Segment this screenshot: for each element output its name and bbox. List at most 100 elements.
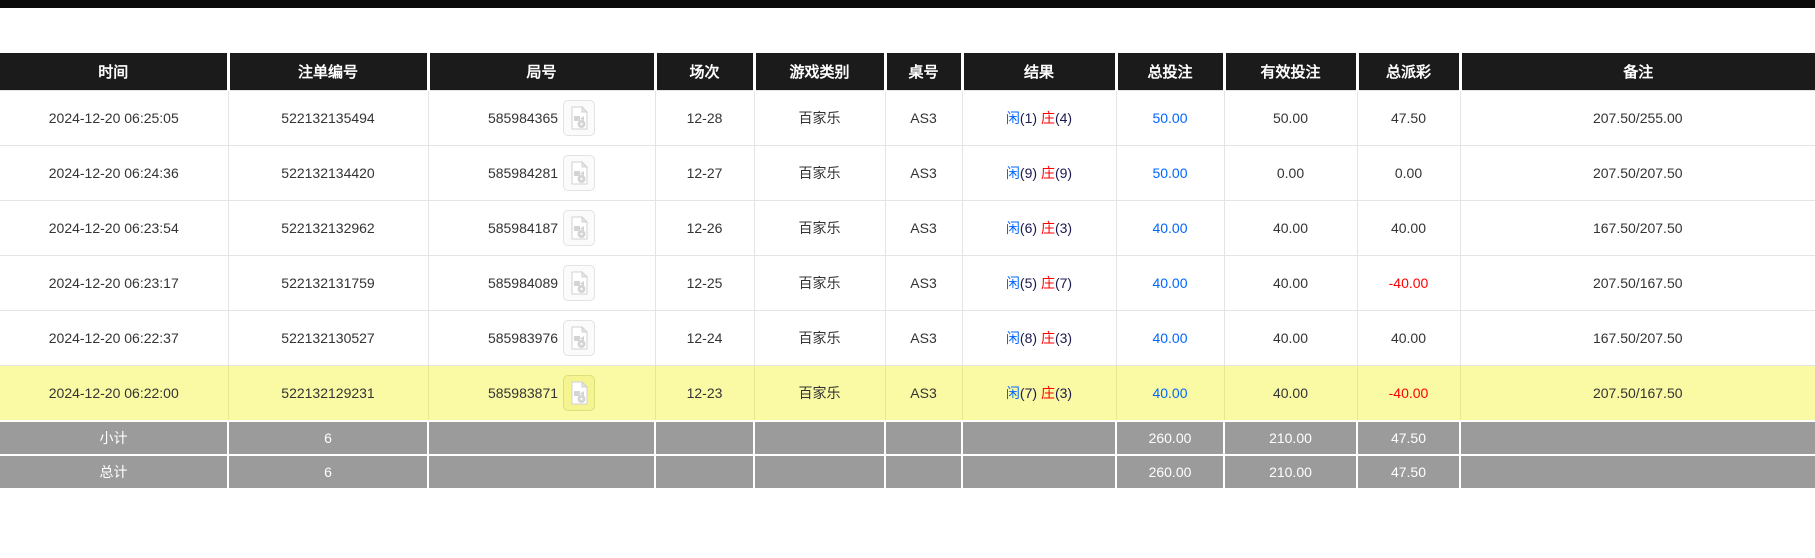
game-type-cell: 百家乐 — [754, 311, 885, 366]
result-banker-label: 庄 — [1041, 165, 1055, 181]
video-replay-button[interactable] — [563, 320, 595, 356]
result-banker-score: (7) — [1055, 275, 1072, 291]
subtotal-payout: 47.50 — [1357, 421, 1460, 455]
subtotal-count: 6 — [228, 421, 428, 455]
top-bar — [0, 0, 1815, 8]
session-cell: 12-27 — [655, 146, 754, 201]
table-row-highlighted: 2024-12-20 06:22:00 522132129231 5859838… — [0, 366, 1815, 422]
session-cell: 12-28 — [655, 91, 754, 146]
table-row: 2024-12-20 06:25:05 522132135494 5859843… — [0, 91, 1815, 146]
payout-cell: -40.00 — [1357, 366, 1460, 422]
total-bet-link[interactable]: 50.00 — [1116, 146, 1224, 201]
result-player-score: (9) — [1020, 165, 1037, 181]
time-cell: 2024-12-20 06:23:17 — [0, 256, 228, 311]
round-no-cell: 585983976 — [428, 311, 655, 366]
result-banker-label: 庄 — [1041, 110, 1055, 126]
round-no-text: 585983976 — [488, 330, 558, 346]
col-header-time: 时间 — [0, 53, 228, 91]
round-no-text: 585984281 — [488, 165, 558, 181]
result-banker-score: (3) — [1055, 330, 1072, 346]
video-icon — [568, 160, 590, 186]
payout-cell: 0.00 — [1357, 146, 1460, 201]
result-banker-score: (3) — [1055, 220, 1072, 236]
remark-cell: 167.50/207.50 — [1460, 201, 1815, 256]
total-bet-link[interactable]: 40.00 — [1116, 311, 1224, 366]
payout-cell: -40.00 — [1357, 256, 1460, 311]
time-cell: 2024-12-20 06:22:37 — [0, 311, 228, 366]
result-banker-score: (4) — [1055, 110, 1072, 126]
payout-cell: 40.00 — [1357, 311, 1460, 366]
result-cell: 闲(9) 庄(9) — [962, 146, 1116, 201]
total-bet-link[interactable]: 40.00 — [1116, 201, 1224, 256]
round-no-text: 585984365 — [488, 110, 558, 126]
bet-id-cell: 522132132962 — [228, 201, 428, 256]
result-cell: 闲(5) 庄(7) — [962, 256, 1116, 311]
col-header-bet-id: 注单编号 — [228, 53, 428, 91]
total-bet-link[interactable]: 40.00 — [1116, 366, 1224, 422]
total-payout: 47.50 — [1357, 455, 1460, 489]
remark-cell: 207.50/255.00 — [1460, 91, 1815, 146]
session-cell: 12-26 — [655, 201, 754, 256]
video-replay-button[interactable] — [563, 265, 595, 301]
result-player-label: 闲 — [1006, 275, 1020, 291]
video-icon — [568, 105, 590, 131]
result-banker-score: (3) — [1055, 385, 1072, 401]
session-cell: 12-25 — [655, 256, 754, 311]
table-no-cell: AS3 — [885, 91, 962, 146]
time-cell: 2024-12-20 06:25:05 — [0, 91, 228, 146]
remark-cell: 167.50/207.50 — [1460, 311, 1815, 366]
result-cell: 闲(8) 庄(3) — [962, 311, 1116, 366]
col-header-table-no: 桌号 — [885, 53, 962, 91]
valid-bet-cell: 40.00 — [1224, 311, 1357, 366]
video-replay-button[interactable] — [563, 100, 595, 136]
col-header-total-bet: 总投注 — [1116, 53, 1224, 91]
col-header-remark: 备注 — [1460, 53, 1815, 91]
col-header-valid-bet: 有效投注 — [1224, 53, 1357, 91]
table-no-cell: AS3 — [885, 201, 962, 256]
total-count: 6 — [228, 455, 428, 489]
valid-bet-cell: 50.00 — [1224, 91, 1357, 146]
payout-cell: 40.00 — [1357, 201, 1460, 256]
round-no-cell: 585984365 — [428, 91, 655, 146]
result-player-score: (5) — [1020, 275, 1037, 291]
col-header-result: 结果 — [962, 53, 1116, 91]
game-type-cell: 百家乐 — [754, 366, 885, 422]
total-label: 总计 — [0, 455, 228, 489]
total-total-bet: 260.00 — [1116, 455, 1224, 489]
round-no-cell: 585984089 — [428, 256, 655, 311]
result-player-label: 闲 — [1006, 220, 1020, 236]
video-replay-button[interactable] — [563, 155, 595, 191]
table-no-cell: AS3 — [885, 366, 962, 422]
game-type-cell: 百家乐 — [754, 146, 885, 201]
result-player-score: (7) — [1020, 385, 1037, 401]
time-cell: 2024-12-20 06:24:36 — [0, 146, 228, 201]
total-bet-link[interactable]: 40.00 — [1116, 256, 1224, 311]
table-row: 2024-12-20 06:22:37 522132130527 5859839… — [0, 311, 1815, 366]
video-replay-button[interactable] — [563, 210, 595, 246]
result-player-score: (6) — [1020, 220, 1037, 236]
total-row: 总计 6 260.00 210.00 47.50 — [0, 455, 1815, 489]
total-bet-link[interactable]: 50.00 — [1116, 91, 1224, 146]
round-no-text: 585984187 — [488, 220, 558, 236]
video-replay-button[interactable] — [563, 375, 595, 411]
col-header-session: 场次 — [655, 53, 754, 91]
result-player-label: 闲 — [1006, 385, 1020, 401]
bet-id-cell: 522132131759 — [228, 256, 428, 311]
col-header-round-no: 局号 — [428, 53, 655, 91]
time-cell: 2024-12-20 06:23:54 — [0, 201, 228, 256]
total-valid-bet: 210.00 — [1224, 455, 1357, 489]
result-player-label: 闲 — [1006, 330, 1020, 346]
valid-bet-cell: 40.00 — [1224, 201, 1357, 256]
game-type-cell: 百家乐 — [754, 201, 885, 256]
game-type-cell: 百家乐 — [754, 256, 885, 311]
round-no-cell: 585984187 — [428, 201, 655, 256]
subtotal-valid-bet: 210.00 — [1224, 421, 1357, 455]
video-icon — [568, 380, 590, 406]
result-player-score: (1) — [1020, 110, 1037, 126]
result-banker-label: 庄 — [1041, 330, 1055, 346]
result-cell: 闲(6) 庄(3) — [962, 201, 1116, 256]
result-banker-label: 庄 — [1041, 385, 1055, 401]
valid-bet-cell: 0.00 — [1224, 146, 1357, 201]
valid-bet-cell: 40.00 — [1224, 366, 1357, 422]
round-no-cell: 585983871 — [428, 366, 655, 422]
